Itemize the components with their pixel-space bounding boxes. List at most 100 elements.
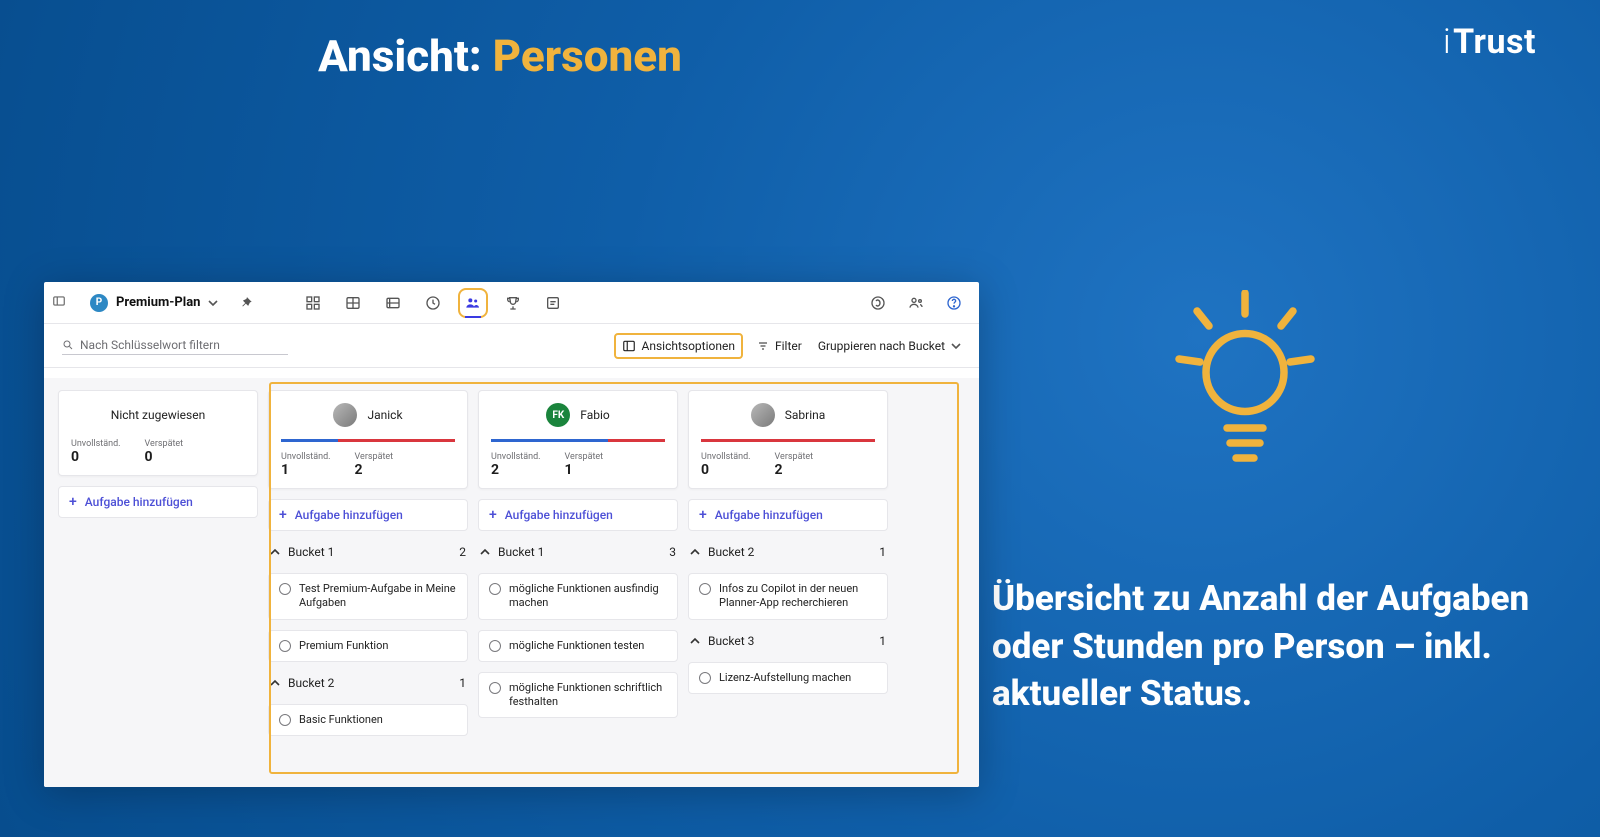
person-column-unassigned: Nicht zugewiesen Unvollständ.0 Verspätet… — [58, 390, 258, 775]
stat-value-incomplete: 0 — [71, 449, 121, 465]
timeline-view-icon[interactable] — [382, 292, 404, 314]
person-card[interactable]: Janick Unvollständ.1 Verspätet2 — [268, 390, 468, 489]
bucket-header[interactable]: Bucket 1 3 — [478, 541, 678, 563]
complete-circle-icon[interactable] — [489, 640, 501, 652]
chevron-up-icon — [480, 547, 490, 557]
person-card[interactable]: Nicht zugewiesen Unvollständ.0 Verspätet… — [58, 390, 258, 476]
view-options-icon — [622, 339, 636, 353]
task-title: Test Premium-Aufgabe in Meine Aufgaben — [299, 582, 457, 611]
goals-view-icon[interactable] — [502, 292, 524, 314]
complete-circle-icon[interactable] — [489, 583, 501, 595]
search-icon — [62, 339, 74, 351]
task-title: Lizenz-Aufstellung machen — [719, 671, 851, 685]
person-card[interactable]: FK Fabio Unvollständ.2 Verspätet1 — [478, 390, 678, 489]
stat-value-incomplete: 1 — [281, 462, 331, 478]
complete-circle-icon[interactable] — [699, 583, 711, 595]
person-column-fabio: FK Fabio Unvollständ.2 Verspätet1 +Aufga… — [478, 390, 678, 775]
person-name: Fabio — [580, 408, 609, 422]
complete-circle-icon[interactable] — [279, 583, 291, 595]
stat-value-late: 0 — [145, 449, 184, 465]
stat-label-late: Verspätet — [775, 452, 814, 462]
pin-icon[interactable] — [236, 292, 258, 314]
board-view-icon[interactable] — [342, 292, 364, 314]
task-card[interactable]: mögliche Funktionen ausfindig machen — [478, 573, 678, 620]
help-icon[interactable] — [943, 292, 965, 314]
add-task-button[interactable]: +Aufgabe hinzufügen — [478, 499, 678, 531]
bucket-name: Bucket 1 — [288, 545, 334, 559]
slide-title-highlight: Personen — [493, 30, 682, 82]
person-name: Nicht zugewiesen — [111, 408, 205, 422]
task-title: mögliche Funktionen testen — [509, 639, 644, 653]
bucket-count: 3 — [669, 545, 676, 559]
add-task-button[interactable]: +Aufgabe hinzufügen — [688, 499, 888, 531]
grid-view-icon[interactable] — [302, 292, 324, 314]
slide-title-prefix: Ansicht: — [318, 30, 493, 82]
schedule-view-icon[interactable] — [422, 292, 444, 314]
task-card[interactable]: Infos zu Copilot in der neuen Planner-Ap… — [688, 573, 888, 620]
task-title: Infos zu Copilot in der neuen Planner-Ap… — [719, 582, 877, 611]
complete-circle-icon[interactable] — [699, 672, 711, 684]
stat-label-incomplete: Unvollständ. — [491, 452, 541, 462]
task-card[interactable]: Basic Funktionen — [268, 704, 468, 736]
person-column-janick: Janick Unvollständ.1 Verspätet2 +Aufgabe… — [268, 390, 468, 775]
bucket-name: Bucket 1 — [498, 545, 544, 559]
assignments-view-icon[interactable] — [542, 292, 564, 314]
members-icon[interactable] — [905, 292, 927, 314]
copilot-icon[interactable] — [867, 292, 889, 314]
avatar: FK — [546, 403, 570, 427]
task-card[interactable]: mögliche Funktionen testen — [478, 630, 678, 662]
collapse-sidebar-icon[interactable] — [52, 294, 66, 308]
bucket-name: Bucket 2 — [288, 676, 334, 690]
topbar: P Premium-Plan — [44, 282, 979, 324]
progress-bar — [491, 439, 665, 442]
bucket-count: 2 — [459, 545, 466, 559]
plus-icon: + — [699, 508, 707, 522]
chevron-up-icon — [270, 547, 280, 557]
bucket-count: 1 — [879, 545, 886, 559]
task-card[interactable]: mögliche Funktionen schriftlich festhalt… — [478, 672, 678, 719]
person-card[interactable]: Sabrina Unvollständ.0 Verspätet2 — [688, 390, 888, 489]
stat-label-late: Verspätet — [355, 452, 394, 462]
slide-title: Ansicht: Personen — [0, 30, 1000, 82]
keyword-filter-input[interactable]: Nach Schlüsselwort filtern — [62, 336, 288, 355]
stat-value-late: 1 — [565, 462, 604, 478]
view-options-button[interactable]: Ansichtsoptionen — [616, 335, 741, 357]
stat-label-late: Verspätet — [145, 439, 184, 449]
add-task-button[interactable]: +Aufgabe hinzufügen — [58, 486, 258, 518]
add-task-button[interactable]: +Aufgabe hinzufügen — [268, 499, 468, 531]
task-card[interactable]: Premium Funktion — [268, 630, 468, 662]
avatar — [333, 403, 357, 427]
chevron-down-icon — [208, 298, 218, 308]
planner-app-window: P Premium-Plan — [44, 282, 979, 787]
task-title: mögliche Funktionen ausfindig machen — [509, 582, 667, 611]
bucket-header[interactable]: Bucket 1 2 — [268, 541, 468, 563]
chevron-up-icon — [690, 636, 700, 646]
task-title: Basic Funktionen — [299, 713, 383, 727]
group-by-button[interactable]: Gruppieren nach Bucket — [818, 339, 961, 353]
plus-icon: + — [489, 508, 497, 522]
plus-icon: + — [69, 495, 77, 509]
progress-bar — [701, 439, 875, 442]
people-view-icon[interactable] — [462, 292, 484, 314]
stat-value-late: 2 — [775, 462, 814, 478]
plan-selector[interactable]: P Premium-Plan — [90, 294, 218, 312]
slide-caption: Übersicht zu Anzahl der Aufgaben oder St… — [992, 575, 1552, 717]
bucket-header[interactable]: Bucket 3 1 — [688, 630, 888, 652]
filterbar: Nach Schlüsselwort filtern Ansichtsoptio… — [44, 324, 979, 368]
stat-label-incomplete: Unvollständ. — [701, 452, 751, 462]
filter-icon — [757, 340, 769, 352]
planner-icon: P — [90, 294, 108, 312]
chevron-up-icon — [690, 547, 700, 557]
bucket-name: Bucket 3 — [708, 634, 754, 648]
complete-circle-icon[interactable] — [489, 682, 501, 694]
chevron-up-icon — [270, 678, 280, 688]
bucket-count: 1 — [879, 634, 886, 648]
filter-button[interactable]: Filter — [757, 339, 802, 353]
bucket-header[interactable]: Bucket 21 — [268, 672, 468, 694]
person-name: Janick — [367, 408, 402, 422]
bucket-header[interactable]: Bucket 21 — [688, 541, 888, 563]
task-card[interactable]: Test Premium-Aufgabe in Meine Aufgaben — [268, 573, 468, 620]
complete-circle-icon[interactable] — [279, 640, 291, 652]
task-card[interactable]: Lizenz-Aufstellung machen — [688, 662, 888, 694]
complete-circle-icon[interactable] — [279, 714, 291, 726]
